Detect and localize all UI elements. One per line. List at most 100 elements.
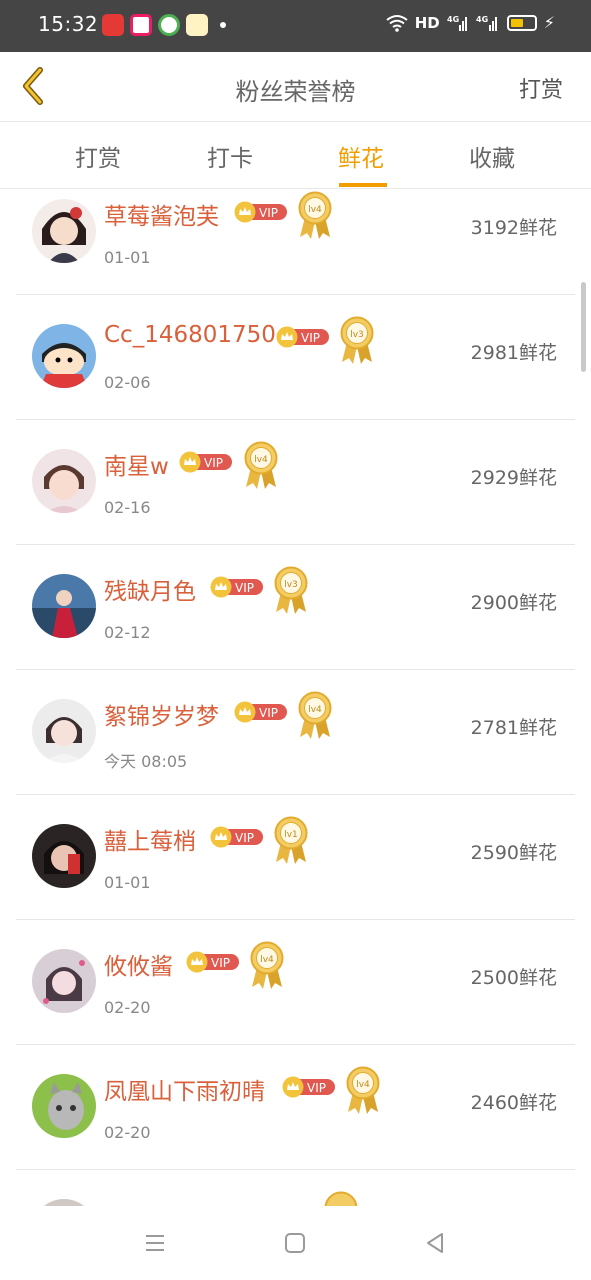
flower-count: 2590鲜花 (470, 842, 557, 864)
level-medal-icon: lv3 (274, 566, 308, 614)
tab-tip[interactable]: 打赏 (38, 139, 158, 173)
svg-text:VIP: VIP (235, 831, 254, 845)
record-date: 02-12 (104, 623, 151, 642)
list-item[interactable]: 攸攸酱 VIP lv4 02-20 2500鲜花 (16, 920, 575, 1045)
record-date: 02-06 (104, 373, 151, 392)
app-notification-icon (102, 14, 124, 36)
flower-count: 3192鲜花 (470, 217, 557, 239)
list-item[interactable]: 囍上莓梢 VIP lv1 01-01 2590鲜花 (16, 795, 575, 920)
svg-text:lv1: lv1 (284, 830, 298, 840)
svg-text:VIP: VIP (204, 456, 223, 470)
app-notification-icon (158, 14, 180, 36)
flower-count: 2981鲜花 (470, 342, 557, 364)
level-medal-icon: lv4 (298, 191, 332, 239)
svg-text:lv4: lv4 (254, 455, 268, 465)
list-item[interactable]: 残缺月色 VIP lv3 02-12 2900鲜花 (16, 545, 575, 670)
svg-text:lv4: lv4 (356, 1080, 370, 1090)
flower-count: 2460鲜花 (470, 1092, 557, 1114)
app-notification-icon (130, 14, 152, 36)
vip-badge: VIP (179, 451, 232, 473)
svg-text:lv4: lv4 (308, 205, 322, 215)
svg-text:lv3: lv3 (284, 580, 298, 590)
record-date: 今天 08:05 (104, 752, 188, 771)
svg-text:VIP: VIP (307, 1081, 326, 1095)
network-type: HD (414, 13, 440, 32)
level-medal-icon: lv4 (346, 1066, 380, 1114)
svg-text:VIP: VIP (235, 581, 254, 595)
triangle-back-icon[interactable] (422, 1230, 448, 1256)
tab-favorites[interactable]: 收藏 (432, 139, 552, 173)
svg-text:4G: 4G (476, 15, 488, 24)
svg-text:VIP: VIP (259, 706, 278, 720)
avatar[interactable] (32, 1074, 96, 1138)
active-tab-indicator (339, 183, 387, 187)
wifi-icon (386, 14, 408, 32)
svg-text:lv4: lv4 (260, 955, 274, 965)
level-medal-icon: lv4 (298, 691, 332, 739)
menu-icon[interactable] (142, 1230, 168, 1256)
level-medal-icon: lv4 (244, 441, 278, 489)
record-date: 02-16 (104, 498, 151, 517)
vip-badge: VIP (210, 576, 263, 598)
record-date: 02-20 (104, 998, 151, 1017)
svg-text:VIP: VIP (211, 956, 230, 970)
record-date: 02-20 (104, 1123, 151, 1142)
svg-text:4G: 4G (447, 15, 459, 24)
signal-icon: 4G (476, 15, 497, 31)
record-date: 01-01 (104, 248, 151, 267)
avatar[interactable] (32, 949, 96, 1013)
tip-button[interactable]: 打赏 (519, 72, 563, 104)
username[interactable]: 凤凰山下雨初晴 (104, 1072, 265, 1106)
vip-badge: VIP (282, 1076, 335, 1098)
username[interactable]: 囍上莓梢 (104, 822, 196, 856)
vip-badge: VIP (234, 701, 287, 723)
level-medal-icon (324, 1191, 358, 1206)
vip-badge: VIP (276, 326, 329, 348)
username[interactable]: 残缺月色 (104, 572, 196, 606)
avatar[interactable] (32, 699, 96, 763)
list-item[interactable]: 凤凰山下雨初晴 VIP lv4 02-20 2460鲜花 (16, 1045, 575, 1170)
tab-flowers-label: 鲜花 (338, 146, 384, 172)
username[interactable]: Cc_146801750 (104, 322, 276, 348)
avatar[interactable] (32, 574, 96, 638)
username[interactable]: 絮锦岁岁梦 (104, 697, 219, 731)
system-nav-bar (0, 1206, 591, 1280)
tab-flowers[interactable]: 鲜花 (301, 139, 421, 187)
username[interactable]: 南星w (104, 447, 169, 481)
record-date: 01-01 (104, 873, 151, 892)
username[interactable]: 草莓酱泡芙 (104, 197, 219, 231)
scrollbar[interactable] (581, 282, 586, 372)
avatar[interactable] (32, 199, 96, 263)
flower-count: 2500鲜花 (470, 967, 557, 989)
square-icon[interactable] (282, 1230, 308, 1256)
level-medal-icon: lv1 (274, 816, 308, 864)
status-time: 15:32 (38, 12, 99, 36)
flower-count: 2929鲜花 (470, 467, 557, 489)
charging-icon: ⚡ (543, 13, 555, 32)
svg-text:VIP: VIP (301, 331, 320, 345)
avatar[interactable] (32, 1199, 96, 1206)
fan-ranking-list[interactable]: 草莓酱泡芙 VIP lv4 01-01 3192鲜花 Cc_146801750 … (0, 189, 591, 1206)
list-item[interactable]: 絮锦岁岁梦 VIP lv4 今天 08:05 2781鲜花 (16, 670, 575, 795)
tab-checkin[interactable]: 打卡 (170, 139, 290, 173)
page-title: 粉丝荣誉榜 (235, 78, 356, 106)
flower-count: 2900鲜花 (470, 592, 557, 614)
avatar[interactable] (32, 324, 96, 388)
list-item[interactable]: 南星w VIP lv4 02-16 2929鲜花 (16, 420, 575, 545)
flower-count: 2781鲜花 (470, 717, 557, 739)
battery-icon (506, 14, 537, 31)
app-notification-icon (186, 14, 208, 36)
svg-text:VIP: VIP (259, 206, 278, 220)
list-item[interactable] (16, 1170, 575, 1206)
username[interactable]: 攸攸酱 (104, 947, 173, 981)
svg-text:lv4: lv4 (308, 705, 322, 715)
header: 粉丝荣誉榜 打赏 (0, 52, 591, 122)
notification-icons (102, 14, 226, 36)
list-item[interactable]: 草莓酱泡芙 VIP lv4 01-01 3192鲜花 (16, 189, 575, 295)
status-bar: 15:32 HD 4G 4G ⚡ (0, 0, 591, 52)
level-medal-icon: lv3 (340, 316, 374, 364)
more-notifications-icon (220, 22, 226, 28)
avatar[interactable] (32, 824, 96, 888)
list-item[interactable]: Cc_146801750 VIP lv3 02-06 2981鲜花 (16, 295, 575, 420)
avatar[interactable] (32, 449, 96, 513)
